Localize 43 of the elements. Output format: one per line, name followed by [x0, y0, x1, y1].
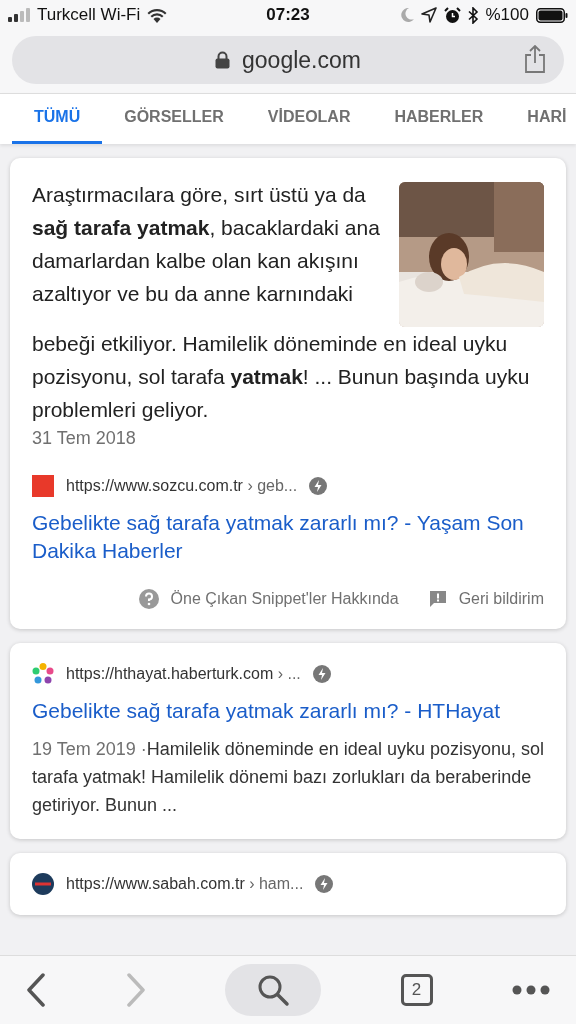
search-button[interactable]: [225, 964, 321, 1016]
amp-bolt-icon: [315, 875, 334, 893]
feedback-icon: [428, 590, 447, 608]
amp-bolt-icon: [312, 665, 331, 683]
source-url: https://www.sabah.com.tr › ham...: [66, 875, 304, 893]
source-url: https://www.sozcu.com.tr › geb...: [66, 477, 298, 495]
battery-percent: %100: [485, 5, 529, 25]
snippet-text: bebeği etkiliyor. Hamilelik döneminde en ideal uyku pozisyonu, sol tarafa yatmak! ... Bunun başında uyku problemleri geliyor.: [32, 331, 531, 423]
source-url: https://hthayat.haberturk.com › ...: [66, 665, 301, 683]
site-favicon: [32, 873, 54, 895]
about-snippets-link[interactable]: Öne Çıkan Snippet'ler Hakkında: [170, 590, 399, 608]
bluetooth-icon: [467, 6, 479, 24]
help-icon: [138, 589, 159, 609]
feedback-link[interactable]: Geri bildirim: [458, 590, 544, 608]
tab[interactable]: VİDEOLAR: [245, 94, 373, 144]
signal-icon: [8, 8, 30, 22]
search-icon: [256, 973, 290, 1007]
lock-icon: [215, 51, 231, 69]
site-favicon: [32, 475, 54, 497]
tab[interactable]: HABERLER: [372, 94, 506, 144]
clock-time: 07:23: [266, 5, 310, 25]
battery-icon: [536, 7, 568, 23]
result-title-link[interactable]: Gebelikte sağ tarafa yatmak zararlı mı? - HTHayat: [32, 697, 544, 725]
result-title-link[interactable]: Gebelikte sağ tarafa yatmak zararlı mı? - Yaşam Son Dakika Haberler: [32, 509, 544, 565]
tab[interactable]: GÖRSELLER: [102, 94, 246, 144]
amp-bolt-icon: [309, 477, 328, 495]
location-arrow-icon: [420, 7, 437, 23]
snippet-date: 31 Tem 2018: [32, 428, 137, 449]
url-text: google.com: [242, 46, 361, 74]
snippet-text: Araştırmacılara göre, sırt üstü ya da sağ tarafa yatmak, bacaklardaki ana damarlardan kalbe olan kan akışını azaltıyor ve bu da anne karnındaki: [32, 182, 381, 307]
result-snippet: 19 Tem 2019 ·Hamilelik döneminde en ideal uyku pozisyonu, sol tarafa yatmak! Hamilelik dönemi bazı zorlukları da beraberinde getiriyor. Bunun ...: [32, 738, 544, 817]
alarm-clock-icon: [443, 6, 461, 24]
more-icon[interactable]: [512, 985, 550, 995]
address-bar[interactable]: google.com: [12, 36, 564, 84]
tab-count-button[interactable]: 2: [400, 974, 433, 1006]
moon-icon: [399, 7, 414, 23]
tab[interactable]: TÜMÜ: [12, 94, 103, 144]
star-favicon: [32, 663, 54, 685]
carrier-name: Turkcell Wi-Fi: [37, 5, 141, 25]
wifi-icon: [147, 7, 168, 23]
share-icon[interactable]: [524, 45, 546, 73]
back-icon[interactable]: [26, 973, 46, 1007]
tab[interactable]: HARİ: [505, 94, 576, 144]
